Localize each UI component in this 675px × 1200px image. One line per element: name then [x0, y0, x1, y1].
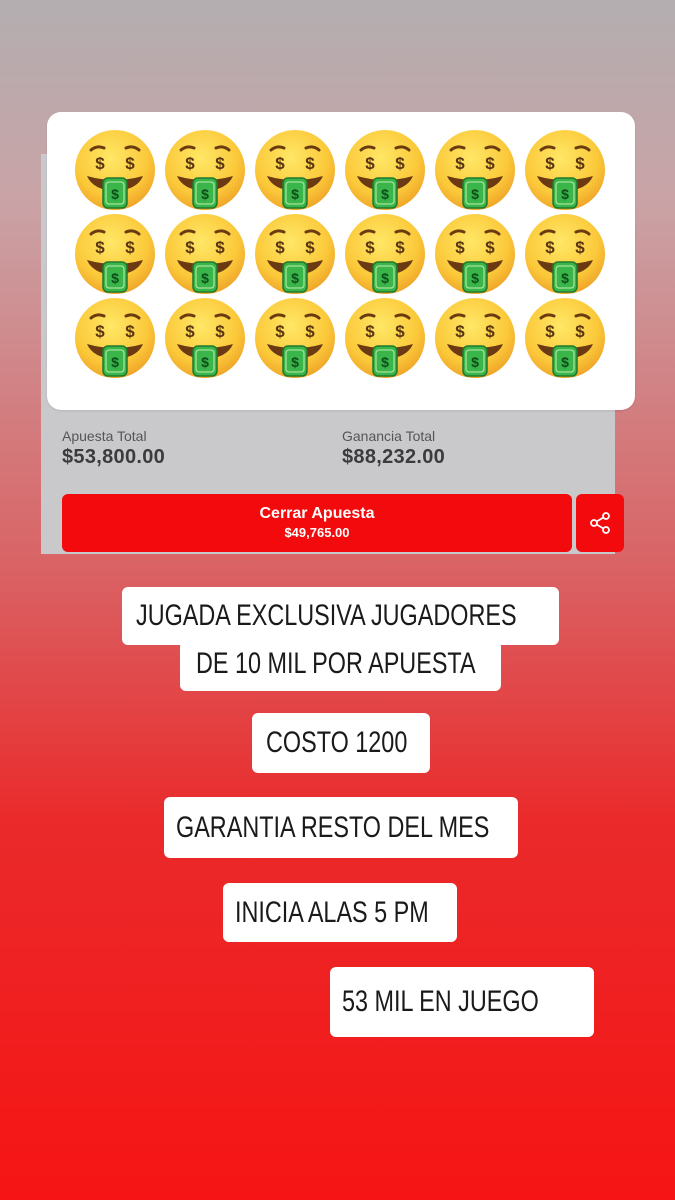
money-mouth-face-icon: $ $ $ [343, 212, 427, 296]
svg-text:$: $ [561, 354, 569, 370]
money-mouth-face-icon: $ $ $ [73, 296, 157, 380]
money-mouth-face-icon: $ $ $ [73, 128, 157, 212]
at-stake-badge: 53 MIL EN JUEGO [330, 967, 594, 1037]
svg-text:$: $ [381, 354, 389, 370]
svg-text:$: $ [275, 322, 285, 341]
svg-text:$: $ [471, 186, 479, 202]
total-winnings-label: Ganancia Total [342, 428, 436, 444]
svg-text:$: $ [201, 354, 209, 370]
promo-text-line1: JUGADA EXCLUSIVA JUGADORES [122, 587, 559, 645]
svg-text:$: $ [291, 270, 299, 286]
svg-text:$: $ [395, 322, 405, 341]
cost-badge: COSTO 1200 [252, 713, 430, 773]
money-mouth-face-icon: $ $ $ [523, 296, 607, 380]
svg-text:$: $ [545, 238, 555, 257]
svg-text:$: $ [561, 270, 569, 286]
svg-text:$: $ [575, 154, 585, 173]
svg-text:$: $ [485, 154, 495, 173]
money-mouth-face-icon: $ $ $ [253, 128, 337, 212]
money-mouth-face-icon: $ $ $ [523, 212, 607, 296]
money-mouth-face-icon: $ $ $ [433, 296, 517, 380]
svg-text:$: $ [215, 238, 225, 257]
money-mouth-face-icon: $ $ $ [433, 128, 517, 212]
svg-text:$: $ [395, 154, 405, 173]
money-mouth-face-icon: $ $ $ [253, 296, 337, 380]
svg-text:$: $ [111, 270, 119, 286]
svg-text:$: $ [215, 154, 225, 173]
svg-text:$: $ [215, 322, 225, 341]
start-time-badge: INICIA ALAS 5 PM [223, 883, 457, 942]
svg-text:$: $ [545, 322, 555, 341]
svg-text:$: $ [485, 238, 495, 257]
svg-text:$: $ [95, 322, 105, 341]
svg-text:$: $ [185, 154, 195, 173]
svg-text:$: $ [381, 186, 389, 202]
svg-text:$: $ [381, 270, 389, 286]
svg-text:$: $ [365, 322, 375, 341]
svg-text:$: $ [305, 322, 315, 341]
money-mouth-face-icon: $ $ $ [163, 296, 247, 380]
svg-text:$: $ [305, 238, 315, 257]
money-mouth-face-icon: $ $ $ [523, 128, 607, 212]
svg-text:$: $ [455, 322, 465, 341]
money-mouth-face-icon: $ $ $ [343, 296, 427, 380]
svg-text:$: $ [575, 238, 585, 257]
close-bet-amount: $49,765.00 [284, 525, 350, 540]
svg-text:$: $ [275, 154, 285, 173]
emoji-grid-box: $ $ $ $ $ $ $ $ $ $ $ $ $ $ $ $ $ $ $ $ … [47, 112, 635, 410]
svg-text:$: $ [545, 154, 555, 173]
svg-text:$: $ [575, 322, 585, 341]
svg-text:$: $ [291, 186, 299, 202]
svg-text:$: $ [485, 322, 495, 341]
svg-text:$: $ [395, 238, 405, 257]
svg-text:$: $ [125, 238, 135, 257]
svg-text:$: $ [471, 354, 479, 370]
svg-text:$: $ [125, 154, 135, 173]
svg-text:$: $ [455, 238, 465, 257]
total-stake-label: Apuesta Total [62, 428, 147, 444]
money-mouth-face-icon: $ $ $ [163, 128, 247, 212]
svg-text:$: $ [111, 354, 119, 370]
svg-text:$: $ [455, 154, 465, 173]
total-stake-value: $53,800.00 [62, 446, 166, 468]
close-bet-label: Cerrar Apuesta [259, 505, 375, 522]
svg-text:$: $ [95, 154, 105, 173]
money-mouth-face-icon: $ $ $ [253, 212, 337, 296]
svg-text:$: $ [365, 154, 375, 173]
svg-text:$: $ [95, 238, 105, 257]
svg-text:$: $ [201, 270, 209, 286]
money-mouth-face-icon: $ $ $ [73, 212, 157, 296]
svg-text:$: $ [365, 238, 375, 257]
bet-slip-card: Apuesta Total $53,800.00 Ganancia Total … [41, 112, 635, 554]
svg-text:$: $ [291, 354, 299, 370]
guarantee-badge: GARANTIA RESTO DEL MES [164, 797, 518, 858]
svg-text:$: $ [125, 322, 135, 341]
svg-text:$: $ [185, 322, 195, 341]
total-winnings-value: $88,232.00 [342, 446, 446, 468]
share-icon [590, 512, 610, 534]
svg-text:$: $ [111, 186, 119, 202]
money-mouth-face-icon: $ $ $ [163, 212, 247, 296]
share-button[interactable] [576, 494, 624, 552]
svg-text:$: $ [275, 238, 285, 257]
svg-text:$: $ [305, 154, 315, 173]
money-mouth-face-icon: $ $ $ [433, 212, 517, 296]
promo-text-line2: DE 10 MIL POR APUESTA [180, 641, 501, 691]
svg-text:$: $ [201, 186, 209, 202]
svg-text:$: $ [471, 270, 479, 286]
svg-text:$: $ [185, 238, 195, 257]
money-mouth-face-icon: $ $ $ [343, 128, 427, 212]
close-bet-button[interactable]: Cerrar Apuesta $49,765.00 [62, 494, 572, 552]
svg-text:$: $ [561, 186, 569, 202]
